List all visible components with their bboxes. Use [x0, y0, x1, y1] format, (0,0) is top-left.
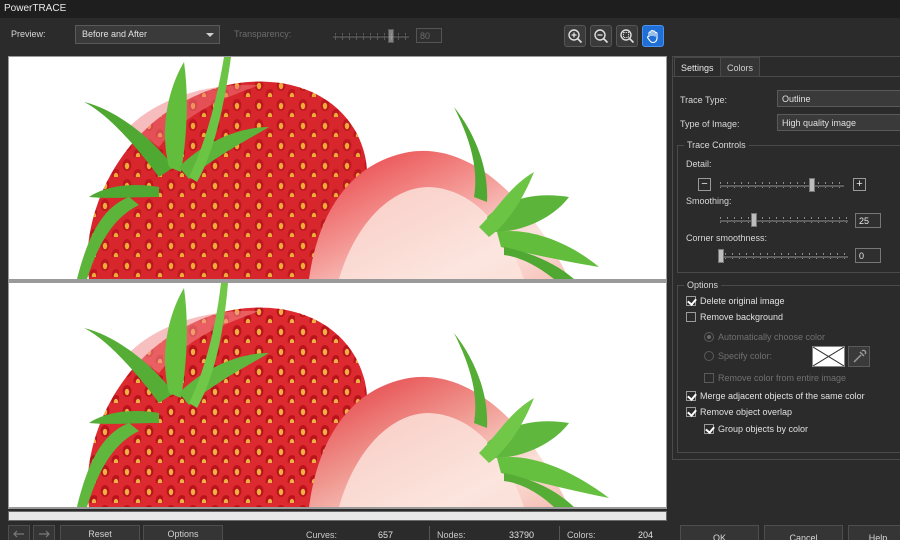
- remove-color-entire-image-label: Remove color from entire image: [718, 373, 847, 383]
- preview-toolbar: Preview: Before and After Transparency: …: [0, 18, 900, 54]
- curves-label: Curves:: [306, 530, 338, 540]
- specify-color-label: Specify color:: [718, 351, 773, 361]
- detail-label: Detail:: [686, 159, 712, 169]
- detail-slider[interactable]: [720, 173, 844, 197]
- preview-mode-select[interactable]: Before and After: [75, 25, 220, 44]
- slider-track: [333, 35, 409, 38]
- zoom-out-icon: [594, 29, 609, 44]
- cancel-button[interactable]: Cancel: [764, 525, 843, 540]
- zoom-fit-icon: [620, 29, 635, 44]
- auto-choose-color-radio[interactable]: [704, 332, 714, 342]
- options-button[interactable]: Options: [143, 525, 223, 540]
- colors-label: Colors:: [567, 530, 596, 540]
- window-title: PowerTRACE: [4, 3, 67, 14]
- transparency-value[interactable]: 80: [416, 28, 442, 43]
- zoom-in-button[interactable]: [564, 25, 586, 47]
- image-type-label: Type of Image:: [680, 119, 740, 129]
- options-title: Options: [684, 280, 722, 290]
- transparency-label: Transparency:: [234, 29, 292, 39]
- undo-icon: [13, 530, 24, 538]
- eyedropper-button[interactable]: [848, 346, 870, 367]
- remove-color-entire-image-checkbox[interactable]: [704, 373, 714, 383]
- divider: [559, 526, 560, 540]
- no-color-icon: [812, 346, 845, 367]
- horizontal-scrollbar[interactable]: [8, 511, 667, 521]
- detail-decrease-button[interactable]: −: [698, 178, 711, 191]
- smoothing-slider[interactable]: [720, 208, 848, 232]
- smoothing-label: Smoothing:: [686, 196, 732, 206]
- tab-settings[interactable]: Settings: [674, 57, 721, 77]
- settings-panel: Settings Colors Trace Type: Outline Type…: [672, 56, 900, 460]
- title-bar: PowerTRACE: [0, 0, 900, 18]
- corner-smoothness-label: Corner smoothness:: [686, 233, 768, 243]
- ok-button[interactable]: OK: [680, 525, 759, 540]
- zoom-out-button[interactable]: [590, 25, 612, 47]
- trace-controls-title: Trace Controls: [684, 140, 749, 150]
- redo-icon: [39, 530, 50, 538]
- slider-thumb[interactable]: [809, 178, 815, 192]
- delete-original-label: Delete original image: [700, 296, 785, 306]
- divider: [429, 526, 430, 540]
- trace-type-select[interactable]: Outline: [777, 90, 900, 107]
- delete-original-checkbox[interactable]: [686, 296, 696, 306]
- redo-button[interactable]: [33, 525, 55, 540]
- slider-thumb[interactable]: [751, 213, 757, 227]
- help-button[interactable]: Help: [848, 525, 900, 540]
- preview-area[interactable]: [8, 56, 667, 509]
- before-pane: [9, 57, 666, 279]
- image-type-select[interactable]: High quality image: [777, 114, 900, 131]
- pan-hand-icon: [646, 29, 658, 44]
- undo-button[interactable]: [8, 525, 30, 540]
- remove-overlap-label: Remove object overlap: [700, 407, 793, 417]
- after-pane: [9, 283, 666, 507]
- eyedropper-icon: [853, 349, 867, 363]
- smoothing-value-input[interactable]: 25: [855, 213, 881, 228]
- colors-value: 204: [638, 530, 654, 540]
- traced-strawberries-image: [77, 283, 609, 507]
- original-strawberries-image: [77, 57, 599, 279]
- merge-adjacent-label: Merge adjacent objects of the same color: [700, 391, 865, 401]
- remove-background-label: Remove background: [700, 312, 784, 322]
- group-by-color-checkbox[interactable]: [704, 424, 714, 434]
- remove-background-checkbox[interactable]: [686, 312, 696, 322]
- tab-divider: [673, 76, 900, 77]
- slider-thumb[interactable]: [718, 249, 724, 263]
- slider-track: [720, 219, 848, 222]
- zoom-fit-button[interactable]: [616, 25, 638, 47]
- specify-color-radio[interactable]: [704, 351, 714, 361]
- slider-track: [718, 255, 848, 258]
- curves-value: 657: [378, 530, 394, 540]
- nodes-value: 33790: [509, 530, 535, 540]
- preview-mode-value: Before and After: [82, 29, 148, 39]
- color-swatch-button[interactable]: [812, 346, 845, 367]
- chevron-down-icon: [206, 33, 214, 37]
- trace-type-label: Trace Type:: [680, 95, 728, 105]
- corner-smoothness-value-input[interactable]: 0: [855, 248, 881, 263]
- slider-track: [720, 184, 844, 187]
- zoom-in-icon: [568, 29, 583, 44]
- corner-smoothness-slider[interactable]: [718, 244, 848, 268]
- transparency-slider[interactable]: [333, 25, 409, 47]
- reset-button[interactable]: Reset: [60, 525, 140, 540]
- preview-label: Preview:: [11, 29, 46, 39]
- slider-thumb[interactable]: [388, 29, 394, 43]
- pan-tool-button[interactable]: [642, 25, 664, 47]
- auto-choose-color-label: Automatically choose color: [718, 332, 826, 342]
- tab-colors[interactable]: Colors: [720, 57, 761, 77]
- group-by-color-label: Group objects by color: [718, 424, 809, 434]
- nodes-label: Nodes:: [437, 530, 466, 540]
- detail-increase-button[interactable]: +: [853, 178, 866, 191]
- merge-adjacent-checkbox[interactable]: [686, 391, 696, 401]
- remove-overlap-checkbox[interactable]: [686, 407, 696, 417]
